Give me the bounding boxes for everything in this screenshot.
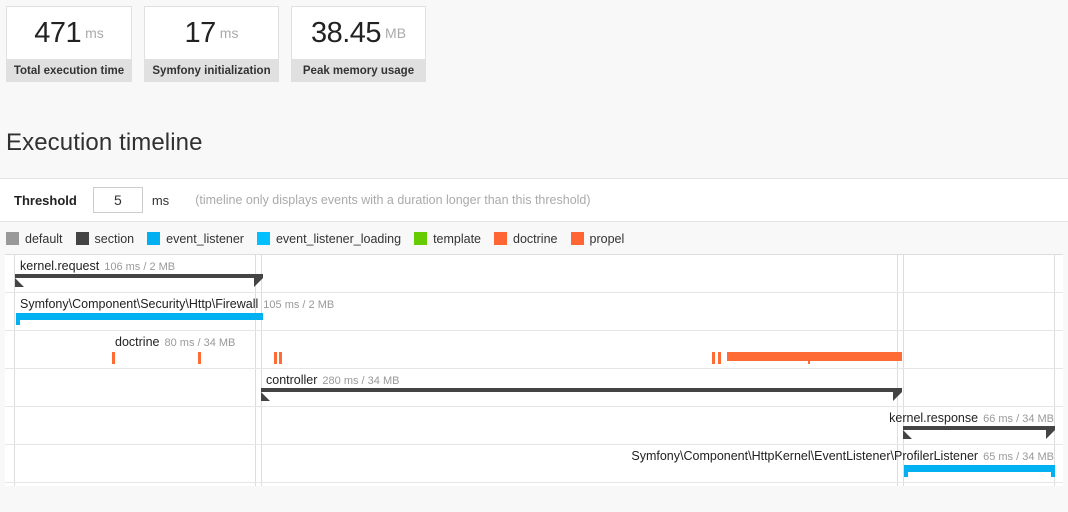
timeline-bar-event-listener xyxy=(16,313,263,325)
legend-label: template xyxy=(433,231,482,246)
legend-swatch-icon xyxy=(147,232,161,245)
card-value-box: 471 ms xyxy=(6,6,132,60)
card-total-execution-time: 471 ms Total execution time xyxy=(6,6,132,95)
legend-item-section: section xyxy=(75,231,135,246)
card-number: 471 xyxy=(34,16,82,49)
timeline-event-name: kernel.response xyxy=(889,411,979,425)
card-number: 38.45 xyxy=(310,16,382,49)
legend-label: section xyxy=(94,231,135,246)
legend-swatch-icon xyxy=(256,232,270,245)
threshold-label: Threshold xyxy=(14,192,77,208)
legend-label: default xyxy=(25,231,63,246)
legend-label: doctrine xyxy=(513,231,558,246)
bar-cap-right xyxy=(893,392,902,401)
card-symfony-initialization: 17 ms Symfony initialization xyxy=(144,6,279,95)
timeline-event-meta: 80 ms / 34 MB xyxy=(164,337,236,349)
legend-item-template: template xyxy=(414,232,481,246)
card-label: Symfony initialization xyxy=(144,60,279,82)
threshold-unit: ms xyxy=(151,192,170,208)
legend-swatch-icon xyxy=(6,232,19,245)
timeline-row[interactable]: kernel.response 66 ms / 34 MB xyxy=(5,407,1063,445)
card-unit: ms xyxy=(85,25,104,41)
threshold-toolbar: Threshold ms (timeline only displays eve… xyxy=(0,178,1068,222)
bar-cap-left xyxy=(261,392,270,401)
legend-label: event_listener xyxy=(166,231,244,246)
timeline-row-label: Symfony\Component\HttpKernel\EventListen… xyxy=(631,449,1054,464)
timeline-event-name: kernel.request xyxy=(20,259,100,273)
timeline-query-mark xyxy=(718,352,721,364)
timeline-bar-section xyxy=(15,274,263,287)
summary-cards: 471 ms Total execution time 17 ms Symfon… xyxy=(0,0,1068,95)
timeline-event-name: Symfony\Component\HttpKernel\EventListen… xyxy=(631,449,979,463)
card-unit: MB xyxy=(385,25,407,41)
card-number: 17 xyxy=(184,16,217,49)
legend-item-default: default xyxy=(6,232,63,246)
bar-cap-right xyxy=(254,278,263,287)
timeline-event-meta: 280 ms / 34 MB xyxy=(322,375,400,387)
legend-swatch-icon xyxy=(414,232,428,245)
bar-cap-left xyxy=(903,430,912,439)
timeline-bar-event-listener xyxy=(904,465,1055,477)
bar-body xyxy=(904,465,1055,472)
bar-body xyxy=(903,426,1055,430)
bar-cap-left xyxy=(15,278,24,287)
legend-swatch-icon xyxy=(570,232,584,245)
timeline-row[interactable]: kernel.request 106 ms / 2 MB xyxy=(5,255,1063,293)
timeline-event-name: doctrine xyxy=(115,335,160,349)
bar-cap-right xyxy=(1051,465,1055,477)
card-label: Total execution time xyxy=(6,60,132,82)
timeline-event-meta: 105 ms / 2 MB xyxy=(263,299,335,311)
timeline-event-name: controller xyxy=(266,373,318,387)
threshold-hint: (timeline only displays events with a du… xyxy=(195,193,591,207)
card-value-box: 38.45 MB xyxy=(291,6,426,60)
bar-body xyxy=(261,388,902,392)
legend: default section event_listener event_lis… xyxy=(0,222,1068,254)
legend-item-event-listener: event_listener xyxy=(147,232,244,246)
timeline-query-mark xyxy=(112,352,115,364)
timeline-row[interactable]: doctrine 80 ms / 34 MB xyxy=(5,331,1063,369)
timeline-event-name: Symfony\Component\Security\Http\Firewall xyxy=(20,297,259,311)
timeline-query-mark xyxy=(198,352,201,364)
bar-cap-left xyxy=(904,465,908,477)
timeline-row-label: kernel.response 66 ms / 34 MB xyxy=(889,411,1054,426)
legend-item-doctrine: doctrine xyxy=(494,231,558,246)
legend-label: event_listener_loading xyxy=(275,231,402,246)
legend-item-event-listener-loading: event_listener_loading xyxy=(256,231,402,246)
card-label: Peak memory usage xyxy=(291,60,426,82)
bar-cap-left xyxy=(16,313,20,325)
timeline-row[interactable]: Symfony\Component\HttpKernel\EventListen… xyxy=(5,445,1063,483)
timeline-row-label: kernel.request 106 ms / 2 MB xyxy=(20,259,175,274)
timeline-event-meta: 106 ms / 2 MB xyxy=(104,261,176,273)
execution-timeline: kernel.request 106 ms / 2 MB Symfony\Comp… xyxy=(5,254,1063,486)
card-peak-memory-usage: 38.45 MB Peak memory usage xyxy=(291,6,426,95)
bar-cap-right xyxy=(1046,430,1055,439)
timeline-row-label: Symfony\Component\Security\Http\Firewall… xyxy=(20,297,334,312)
card-value-box: 17 ms xyxy=(144,6,279,60)
timeline-event-meta: 66 ms / 34 MB xyxy=(983,413,1054,425)
timeline-query-mark xyxy=(712,352,715,364)
legend-label: propel xyxy=(589,231,625,246)
timeline-row[interactable]: Symfony\Component\Security\Http\Firewall… xyxy=(5,293,1063,331)
card-unit: ms xyxy=(219,25,239,41)
bar-body xyxy=(16,313,263,320)
page-title: Execution timeline xyxy=(6,129,203,156)
timeline-bar-section xyxy=(261,388,902,401)
timeline-query-mark xyxy=(274,352,277,364)
timeline-query-bar xyxy=(727,352,902,361)
timeline-row-label: controller 280 ms / 34 MB xyxy=(266,373,399,388)
timeline-query-mark xyxy=(808,352,810,364)
timeline-row-label: doctrine 80 ms / 34 MB xyxy=(115,335,235,350)
timeline-query-mark xyxy=(279,352,282,364)
legend-swatch-icon xyxy=(494,232,508,245)
timeline-row[interactable]: controller 280 ms / 34 MB xyxy=(5,369,1063,407)
bar-body xyxy=(15,274,263,278)
threshold-input[interactable] xyxy=(92,187,143,213)
legend-item-propel: propel xyxy=(570,231,625,246)
legend-swatch-icon xyxy=(75,232,89,245)
timeline-event-meta: 65 ms / 34 MB xyxy=(983,451,1054,463)
timeline-bar-section xyxy=(903,426,1055,439)
